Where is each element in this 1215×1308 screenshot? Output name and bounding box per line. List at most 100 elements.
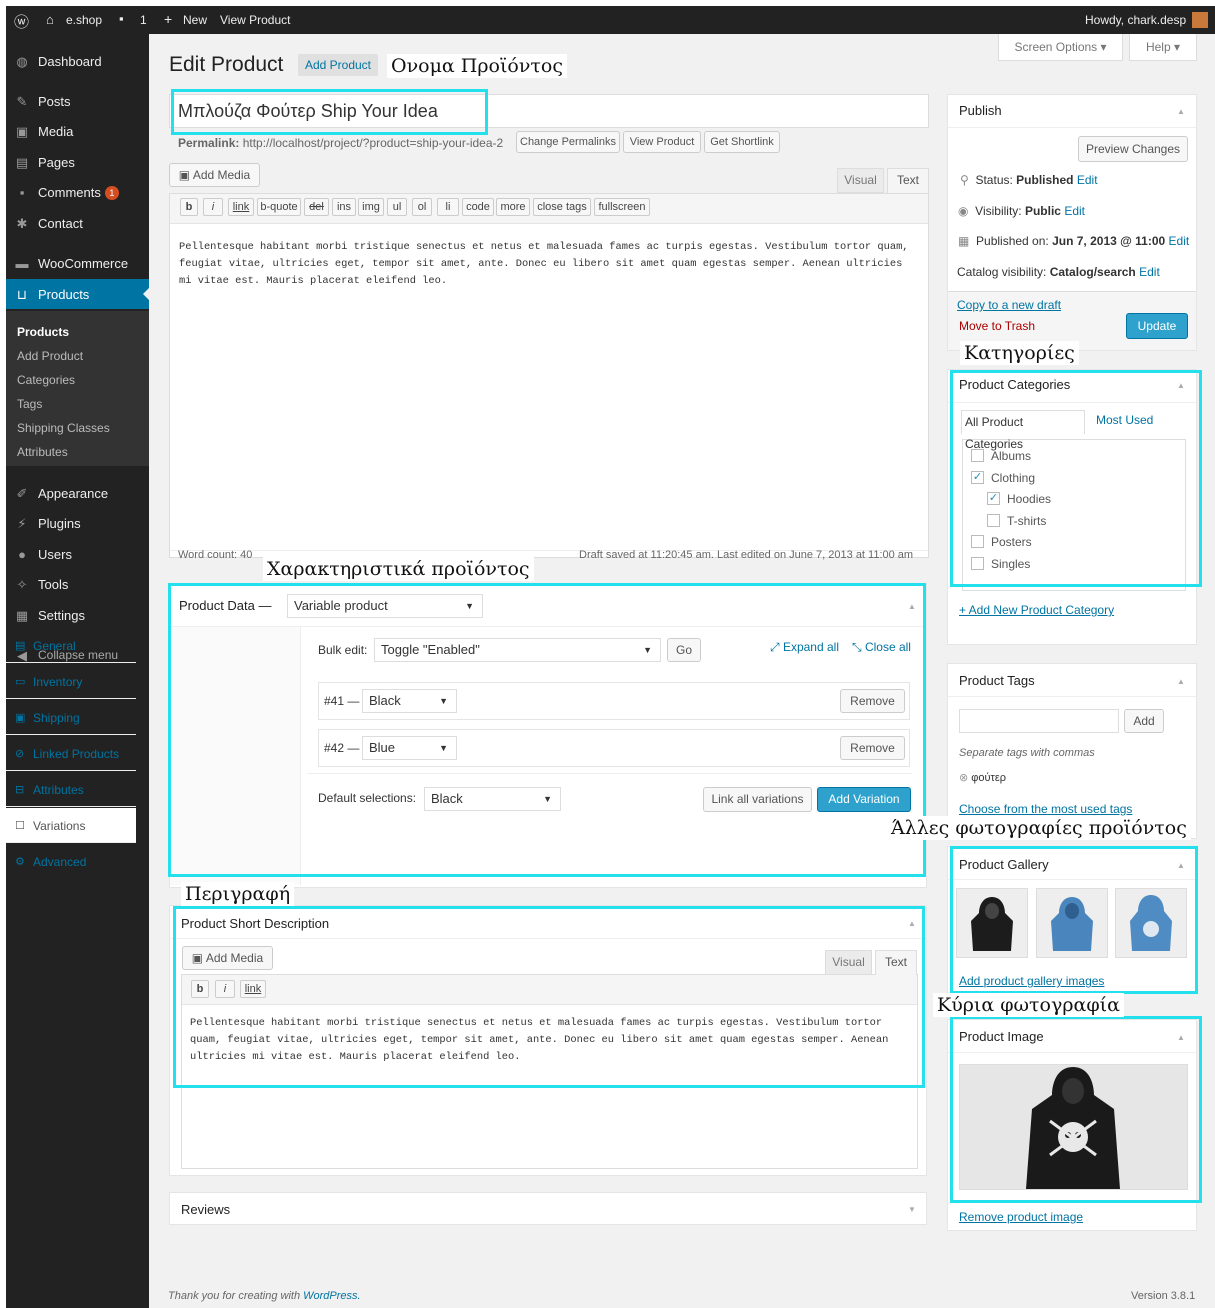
menu-settings[interactable]: ▦ Settings xyxy=(6,600,149,630)
qt-code[interactable]: code xyxy=(462,198,494,216)
menu-pages[interactable]: ▤ Pages xyxy=(6,147,149,177)
tags-toggle-icon[interactable]: ▲ xyxy=(1177,677,1185,686)
qt-ins[interactable]: ins xyxy=(332,198,356,216)
wrench-icon: ✧ xyxy=(16,577,28,592)
choose-tags-link[interactable]: Choose from the most used tags xyxy=(959,802,1132,816)
comment-icon[interactable]: ▪ xyxy=(119,11,124,26)
qt-del[interactable]: del xyxy=(304,198,329,216)
annotation-description: Περιγραφή xyxy=(181,882,295,906)
copy-to-draft-link[interactable]: Copy to a new draft xyxy=(957,298,1061,312)
site-name-link[interactable]: e.shop xyxy=(66,13,102,27)
highlight-product-image xyxy=(950,1016,1202,1203)
admin-bar: ⓦ ⌂ e.shop ▪ 1 + New View Product Howdy,… xyxy=(6,6,1215,34)
qt-img[interactable]: img xyxy=(358,198,384,216)
reviews-toggle-icon[interactable]: ▼ xyxy=(908,1205,916,1214)
view-product-link[interactable]: View Product xyxy=(220,13,290,27)
products-submenu: Products Add Product Categories Tags Shi… xyxy=(6,311,149,466)
menu-woocommerce[interactable]: ▬ WooCommerce xyxy=(6,248,149,278)
reviews-box[interactable]: Reviews ▼ xyxy=(169,1192,927,1225)
submenu-add-product[interactable]: Add Product xyxy=(17,349,83,363)
tab-variations[interactable]: ☐ Variations xyxy=(6,808,136,843)
highlight-gallery xyxy=(950,846,1198,994)
qt-li[interactable]: li xyxy=(437,198,459,216)
tab-general[interactable]: ▤ General xyxy=(6,628,136,663)
view-product-button[interactable]: View Product xyxy=(623,131,701,153)
qt-italic[interactable]: i xyxy=(203,198,223,216)
comment-count[interactable]: 1 xyxy=(140,13,147,27)
edit-visibility-link[interactable]: Edit xyxy=(1064,204,1085,218)
update-button[interactable]: Update xyxy=(1126,313,1188,339)
plus-icon[interactable]: + xyxy=(164,11,172,27)
tab-text[interactable]: Text xyxy=(887,168,929,193)
qt-more[interactable]: more xyxy=(496,198,530,216)
footer-version: Version 3.8.1 xyxy=(1131,1290,1196,1302)
help-button[interactable]: Help ▾ xyxy=(1129,34,1197,61)
edit-status-link[interactable]: Edit xyxy=(1077,173,1098,187)
edit-catalog-link[interactable]: Edit xyxy=(1139,265,1160,279)
annotation-main-photo: Κύρια φωτογραφία xyxy=(933,993,1124,1017)
pin-icon: ⚲ xyxy=(960,173,969,187)
tag-input[interactable] xyxy=(959,709,1119,733)
menu-dashboard[interactable]: ◍ Dashboard xyxy=(6,46,149,76)
add-tag-button[interactable]: Add xyxy=(1124,709,1164,733)
preview-changes-button[interactable]: Preview Changes xyxy=(1078,136,1188,162)
annotation-product-name: Ονομα Προϊόντος xyxy=(387,54,567,78)
publish-toggle-icon[interactable]: ▲ xyxy=(1177,107,1185,116)
attributes-icon: ⊟ xyxy=(15,784,25,796)
menu-appearance[interactable]: ✐ Appearance xyxy=(6,478,149,508)
menu-contact[interactable]: ✱ Contact xyxy=(6,208,149,238)
admin-frame: ⓦ ⌂ e.shop ▪ 1 + New View Product Howdy,… xyxy=(6,6,1215,1308)
qt-bquote[interactable]: b-quote xyxy=(257,198,301,216)
new-link[interactable]: New xyxy=(183,13,207,27)
add-product-button[interactable]: Add Product xyxy=(298,54,378,76)
qt-ul[interactable]: ul xyxy=(387,198,407,216)
screen-options-button[interactable]: Screen Options ▾ xyxy=(998,34,1123,61)
qt-ol[interactable]: ol xyxy=(412,198,432,216)
change-permalinks-button[interactable]: Change Permalinks xyxy=(516,131,620,153)
wordpress-link[interactable]: WordPress. xyxy=(303,1290,360,1302)
howdy-user[interactable]: Howdy, chark.desp xyxy=(1085,13,1186,27)
comments-badge: 1 xyxy=(104,186,119,200)
variations-icon: ☐ xyxy=(15,820,25,832)
submenu-categories[interactable]: Categories xyxy=(17,373,75,387)
menu-comments[interactable]: ▪ Comments 1 xyxy=(6,177,149,207)
menu-media[interactable]: ▣ Media xyxy=(6,116,149,146)
tab-advanced[interactable]: ⚙ Advanced xyxy=(6,844,136,879)
submenu-attributes[interactable]: Attributes xyxy=(17,445,68,459)
remove-product-image-link[interactable]: Remove product image xyxy=(959,1210,1083,1224)
tags-title: Product Tags xyxy=(959,673,1035,688)
edit-date-link[interactable]: Edit xyxy=(1169,234,1190,248)
tab-attributes[interactable]: ⊟ Attributes xyxy=(6,772,136,807)
menu-plugins[interactable]: ⚡ Plugins xyxy=(6,508,149,538)
menu-products[interactable]: ⊔ Products xyxy=(6,279,150,309)
tab-shipping[interactable]: ▣ Shipping xyxy=(6,700,136,735)
qt-link[interactable]: link xyxy=(228,198,254,216)
submenu-tags[interactable]: Tags xyxy=(17,397,42,411)
avatar[interactable] xyxy=(1192,12,1208,28)
qt-bold[interactable]: b xyxy=(180,198,198,216)
qt-close-tags[interactable]: close tags xyxy=(533,198,591,216)
move-to-trash-link[interactable]: Move to Trash xyxy=(959,319,1035,333)
tab-linked-products[interactable]: ⊘ Linked Products xyxy=(6,736,136,771)
menu-posts[interactable]: ✎ Posts xyxy=(6,86,149,116)
submenu-products[interactable]: Products xyxy=(17,325,69,339)
settings-icon: ▦ xyxy=(15,608,29,623)
cart-icon: ⊔ xyxy=(16,287,28,302)
tab-visual[interactable]: Visual xyxy=(837,168,884,193)
get-shortlink-button[interactable]: Get Shortlink xyxy=(704,131,780,153)
wordpress-logo-icon[interactable]: ⓦ xyxy=(14,11,29,32)
home-icon[interactable]: ⌂ xyxy=(46,12,54,27)
add-new-category-link[interactable]: + Add New Product Category xyxy=(959,603,1114,617)
gear-icon: ⚙ xyxy=(15,856,25,868)
qt-fullscreen[interactable]: fullscreen xyxy=(594,198,650,216)
menu-tools[interactable]: ✧ Tools xyxy=(6,569,149,599)
menu-users[interactable]: ● Users xyxy=(6,539,149,569)
editor-content[interactable]: Pellentesque habitant morbi tristique se… xyxy=(179,239,919,290)
add-media-button[interactable]: ▣ Add Media xyxy=(169,163,260,187)
submenu-shipping-classes[interactable]: Shipping Classes xyxy=(17,421,110,435)
remove-tag-icon[interactable]: ⊗ xyxy=(959,772,968,784)
eye-icon: ◉ xyxy=(958,204,969,218)
tab-inventory[interactable]: ▭ Inventory xyxy=(6,664,136,699)
reviews-title: Reviews xyxy=(181,1202,231,1217)
highlight-short-description xyxy=(173,906,925,1088)
